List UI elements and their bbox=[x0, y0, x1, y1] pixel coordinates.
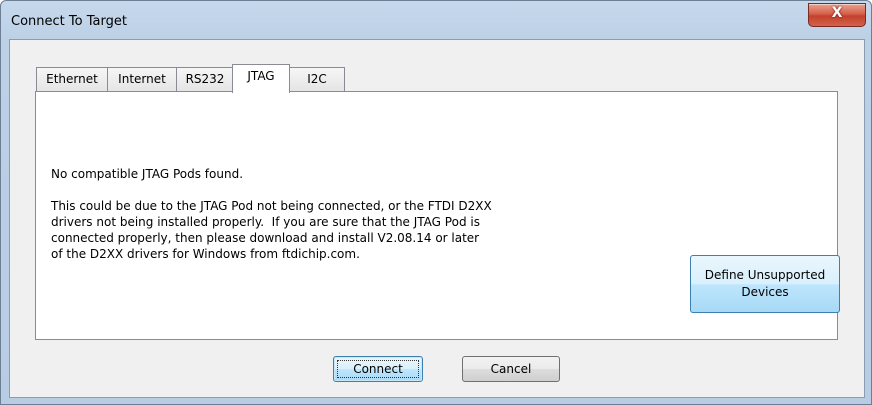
explanation-line-2: drivers not being installed properly. If… bbox=[51, 215, 480, 229]
define-button-label-line-2: Devices bbox=[741, 285, 789, 299]
explanation-line-1: This could be due to the JTAG Pod not be… bbox=[51, 199, 492, 213]
focus-rectangle bbox=[337, 360, 419, 378]
cancel-button[interactable]: Cancel bbox=[462, 356, 560, 382]
explanation-line-3: connected properly, then please download… bbox=[51, 231, 480, 245]
close-button[interactable]: X bbox=[808, 3, 866, 27]
dialog-window: Connect To Target X Ethernet Internet RS… bbox=[0, 0, 872, 405]
title-bar[interactable]: Connect To Target X bbox=[1, 1, 871, 39]
close-icon: X bbox=[831, 5, 843, 21]
tab-internet[interactable]: Internet bbox=[107, 67, 177, 92]
jtag-tab-panel: No compatible JTAG Pods found. This coul… bbox=[35, 91, 840, 340]
connect-button[interactable]: Connect bbox=[333, 356, 423, 382]
dialog-client-area: Ethernet Internet RS232 JTAG I2C No comp… bbox=[9, 39, 865, 398]
define-unsupported-devices-button[interactable]: Define Unsupported Devices bbox=[690, 255, 840, 313]
define-button-label-line-1: Define Unsupported bbox=[704, 268, 826, 282]
tab-i2c[interactable]: I2C bbox=[289, 67, 345, 92]
explanation-line-4: of the D2XX drivers for Windows from ftd… bbox=[51, 247, 360, 261]
tab-ethernet[interactable]: Ethernet bbox=[36, 67, 108, 92]
tab-rs232[interactable]: RS232 bbox=[176, 67, 234, 92]
cancel-button-label: Cancel bbox=[490, 362, 532, 376]
window-title: Connect To Target bbox=[11, 14, 127, 29]
tab-jtag[interactable]: JTAG bbox=[232, 64, 290, 93]
no-pods-message: No compatible JTAG Pods found. bbox=[51, 167, 244, 181]
